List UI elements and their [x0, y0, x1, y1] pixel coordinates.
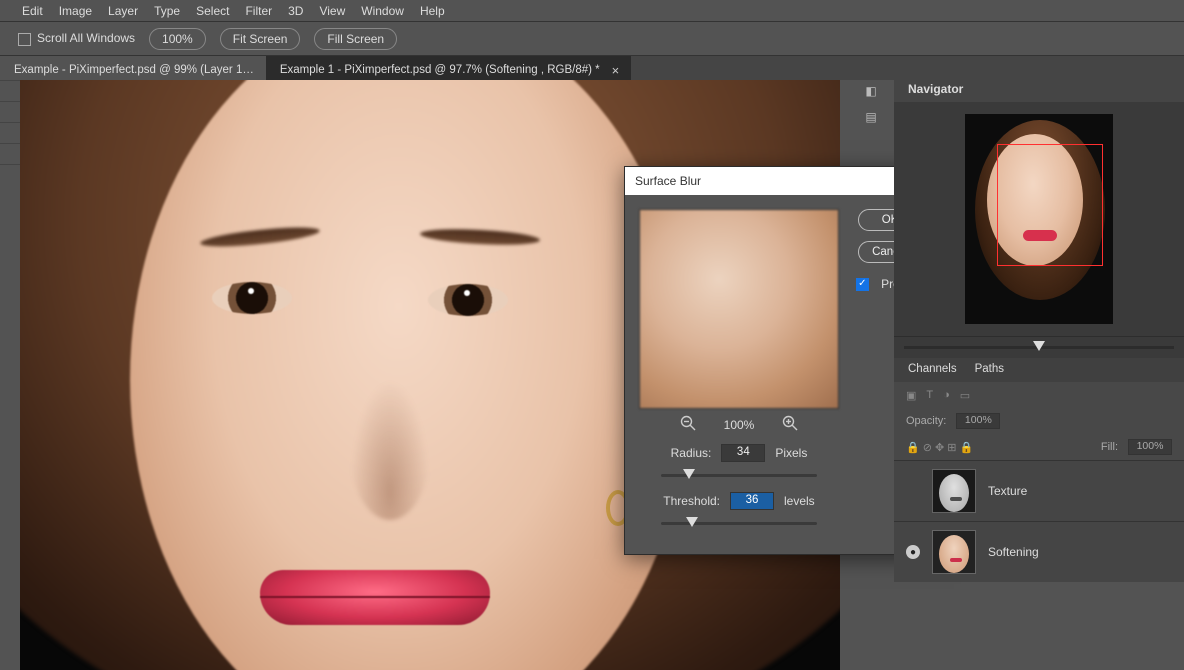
- panel-icon[interactable]: ▤: [857, 104, 885, 130]
- threshold-unit: levels: [784, 494, 815, 508]
- radius-slider[interactable]: [661, 468, 817, 482]
- navigator-zoom-slider[interactable]: [894, 336, 1184, 358]
- panel-icon-strip: ◧ ▤: [857, 78, 885, 130]
- menu-3d[interactable]: 3D: [288, 4, 303, 18]
- navigator-panel: Navigator: [894, 76, 1184, 358]
- dialog-title: Surface Blur: [635, 174, 701, 188]
- scroll-all-windows-checkbox[interactable]: Scroll All Windows: [18, 31, 135, 45]
- layer-row[interactable]: ● Softening: [894, 521, 1184, 582]
- navigator-proxy[interactable]: [965, 114, 1113, 324]
- menu-image[interactable]: Image: [59, 4, 92, 18]
- tab-label: Example - PiXimperfect.psd @ 99% (Layer …: [14, 64, 254, 76]
- layer-name: Softening: [988, 545, 1039, 559]
- panel-icon[interactable]: ◧: [857, 78, 885, 104]
- menu-window[interactable]: Window: [361, 4, 404, 18]
- radius-input[interactable]: 34: [721, 444, 765, 462]
- opacity-label: Opacity:: [906, 415, 946, 427]
- threshold-label: Threshold:: [663, 494, 720, 508]
- radius-unit: Pixels: [775, 446, 807, 460]
- layer-filter-icon[interactable]: T: [926, 389, 933, 401]
- options-bar: Scroll All Windows 100% Fit Screen Fill …: [0, 22, 1184, 56]
- menu-type[interactable]: Type: [154, 4, 180, 18]
- right-panel-tabs: Channels Paths: [894, 358, 1184, 382]
- menu-bar: Edit Image Layer Type Select Filter 3D V…: [0, 0, 1184, 22]
- tab-channels[interactable]: Channels: [908, 363, 957, 382]
- close-icon[interactable]: ×: [612, 63, 620, 78]
- tool-slot[interactable]: [0, 80, 20, 101]
- visibility-toggle[interactable]: ●: [906, 545, 920, 559]
- filter-preview[interactable]: [639, 209, 839, 409]
- menu-layer[interactable]: Layer: [108, 4, 138, 18]
- left-toolbar: [0, 80, 20, 410]
- fill-input[interactable]: 100%: [1128, 439, 1172, 455]
- menu-edit[interactable]: Edit: [22, 4, 43, 18]
- layer-thumbnail[interactable]: [932, 469, 976, 513]
- opacity-input[interactable]: 100%: [956, 413, 1000, 429]
- threshold-input[interactable]: 36: [730, 492, 774, 510]
- tool-slot[interactable]: [0, 101, 20, 122]
- tool-slot[interactable]: [0, 164, 20, 185]
- radius-label: Radius:: [671, 446, 712, 460]
- scroll-all-label: Scroll All Windows: [37, 31, 135, 45]
- navigator-tab[interactable]: Navigator: [894, 76, 1184, 102]
- layer-filter-icon[interactable]: ▣: [906, 389, 916, 402]
- zoom-preset-button[interactable]: 100%: [149, 28, 206, 50]
- visibility-toggle[interactable]: [906, 484, 920, 498]
- tool-slot[interactable]: [0, 122, 20, 143]
- menu-filter[interactable]: Filter: [245, 4, 272, 18]
- menu-view[interactable]: View: [319, 4, 345, 18]
- zoom-value: 100%: [724, 418, 755, 432]
- menu-select[interactable]: Select: [196, 4, 229, 18]
- tab-example-bg[interactable]: Example - PiXimperfect.psd @ 99% (Layer …: [0, 56, 266, 80]
- fill-label: Fill:: [1101, 441, 1118, 453]
- layer-filter-icon[interactable]: ◑: [943, 389, 950, 401]
- layer-options: ▣ T ◑ ▭ Opacity: 100% 🔒 ⊘ ✥ ⊞ 🔒 Fill: 10…: [894, 382, 1184, 460]
- threshold-slider[interactable]: [661, 516, 817, 530]
- zoom-in-icon[interactable]: [782, 415, 798, 434]
- fill-screen-button[interactable]: Fill Screen: [314, 28, 397, 50]
- layer-name: Texture: [988, 484, 1027, 498]
- tab-label: Example 1 - PiXimperfect.psd @ 97.7% (So…: [280, 64, 600, 76]
- tool-slot[interactable]: [0, 143, 20, 164]
- menu-help[interactable]: Help: [420, 4, 445, 18]
- layer-row[interactable]: Texture: [894, 460, 1184, 521]
- tab-example-active[interactable]: Example 1 - PiXimperfect.psd @ 97.7% (So…: [266, 56, 631, 80]
- navigator-view-box[interactable]: [997, 144, 1103, 266]
- layers-panel: Texture ● Softening: [894, 460, 1184, 582]
- fit-screen-button[interactable]: Fit Screen: [220, 28, 301, 50]
- zoom-out-icon[interactable]: [680, 415, 696, 434]
- layer-filter-icon[interactable]: ▭: [960, 389, 970, 402]
- layer-thumbnail[interactable]: [932, 530, 976, 574]
- tab-paths[interactable]: Paths: [975, 363, 1004, 382]
